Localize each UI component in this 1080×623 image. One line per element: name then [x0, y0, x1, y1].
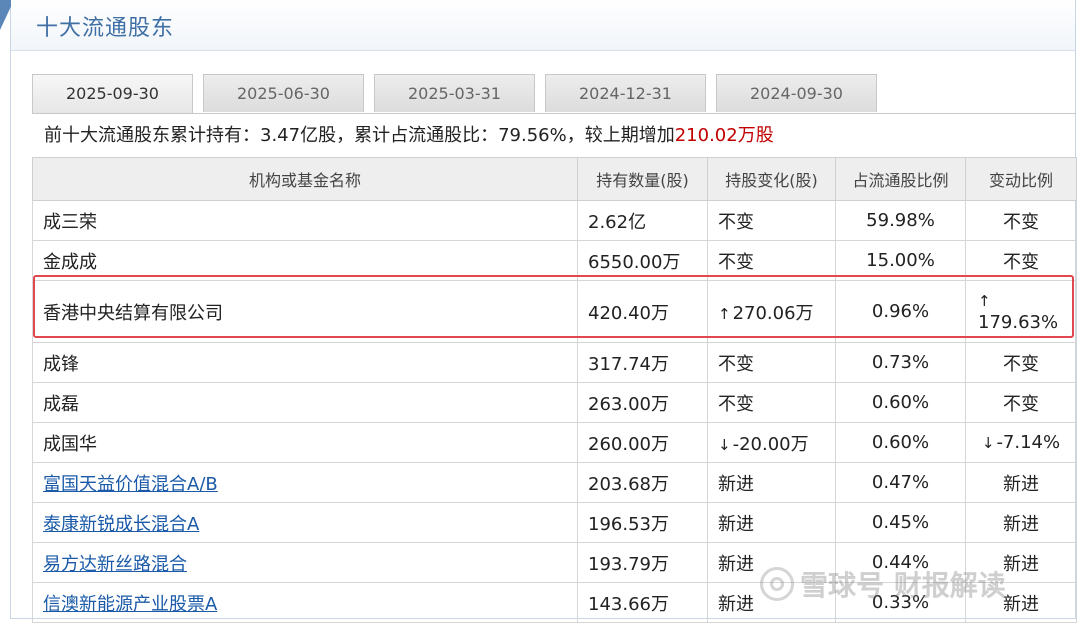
holder-change-ratio: 新进	[965, 542, 1077, 583]
holder-shares: 317.74万	[577, 342, 708, 383]
holder-shares: 263.00万	[577, 382, 708, 423]
table-row: 信澳新能源产业股票A 143.66万 新进 0.33% 新进	[32, 582, 1077, 623]
summary-change: 210.02万股	[674, 125, 774, 146]
holder-ratio: 0.45%	[835, 502, 966, 543]
tab-2024-09-30[interactable]: 2024-09-30	[716, 74, 877, 112]
holder-change-ratio: 新进	[965, 582, 1077, 623]
holder-change-ratio: -7.14%	[996, 432, 1061, 453]
holder-name: 金成成	[32, 240, 578, 281]
holder-change-ratio-cell: ↓ -7.14%	[965, 422, 1077, 463]
page-title: 十大流通股东	[36, 16, 175, 41]
holder-name: 成锋	[32, 342, 578, 383]
header-shares: 持有数量(股)	[577, 157, 708, 201]
arrow-up-icon: ↑	[718, 304, 731, 323]
holder-change: 新进	[707, 502, 836, 543]
holder-change-ratio: 不变	[965, 200, 1077, 241]
holder-change-ratio: 不变	[965, 382, 1077, 423]
table-row: 富国天益价值混合A/B 203.68万 新进 0.47% 新进	[32, 462, 1077, 503]
table-row: 金成成 6550.00万 不变 15.00% 不变	[32, 240, 1077, 281]
holder-name: 成国华	[32, 422, 578, 463]
holder-name: 香港中央结算有限公司	[32, 280, 578, 343]
holder-change: 不变	[707, 382, 836, 423]
title-bar: 十大流通股东	[11, 0, 1075, 51]
table-row: 成国华 260.00万 ↓ -20.00万 0.60% ↓ -7.14%	[32, 422, 1077, 463]
table-row: 成三荣 2.62亿 不变 59.98% 不变	[32, 200, 1077, 241]
fund-link[interactable]: 泰康新锐成长混合A	[43, 514, 199, 535]
holder-change-ratio: 新进	[965, 462, 1077, 503]
holder-ratio: 0.33%	[835, 582, 966, 623]
holder-shares: 6550.00万	[577, 240, 708, 281]
header-change: 持股变化(股)	[707, 157, 836, 201]
table-row: 易方达新丝路混合 193.79万 新进 0.44% 新进	[32, 542, 1077, 583]
table-header-row: 机构或基金名称 持有数量(股) 持股变化(股) 占流通股比例 变动比例	[32, 157, 1077, 201]
shareholders-table: 机构或基金名称 持有数量(股) 持股变化(股) 占流通股比例 变动比例 成三荣 …	[32, 157, 1077, 623]
arrow-down-icon: ↓	[981, 434, 995, 452]
tab-2025-03-31[interactable]: 2025-03-31	[374, 74, 535, 112]
holder-ratio: 59.98%	[835, 200, 966, 241]
fund-name-cell: 泰康新锐成长混合A	[32, 502, 578, 543]
holder-change: 270.06万	[732, 302, 814, 324]
table-row: 成锋 317.74万 不变 0.73% 不变	[32, 342, 1077, 383]
holder-shares: 203.68万	[577, 462, 708, 503]
arrow-down-icon: ↓	[718, 435, 731, 454]
holder-change: 不变	[707, 342, 836, 383]
tab-2025-09-30[interactable]: 2025-09-30	[32, 74, 193, 114]
holder-shares: 420.40万	[577, 280, 708, 343]
holder-change-ratio: 179.63%	[978, 311, 1059, 333]
holder-shares: 193.79万	[577, 542, 708, 583]
holder-name: 成三荣	[32, 200, 578, 241]
holder-change: -20.00万	[732, 433, 809, 455]
holder-change: 不变	[707, 240, 836, 281]
tab-2025-06-30[interactable]: 2025-06-30	[203, 74, 364, 112]
holder-change: 不变	[707, 200, 836, 241]
holder-ratio: 0.60%	[835, 422, 966, 463]
fund-link[interactable]: 富国天益价值混合A/B	[43, 474, 218, 495]
holder-shares: 260.00万	[577, 422, 708, 463]
holder-shares: 196.53万	[577, 502, 708, 543]
holder-change: 新进	[707, 582, 836, 623]
holder-ratio: 15.00%	[835, 240, 966, 281]
holder-shares: 2.62亿	[577, 200, 708, 241]
holder-ratio: 0.96%	[835, 280, 966, 343]
holder-ratio: 0.73%	[835, 342, 966, 383]
table-row: 成磊 263.00万 不变 0.60% 不变	[32, 382, 1077, 423]
holder-change-ratio-cell: ↑ 179.63%	[965, 280, 1077, 343]
holder-change: 新进	[707, 542, 836, 583]
header-name: 机构或基金名称	[32, 157, 578, 201]
holder-change-ratio: 新进	[965, 502, 1077, 543]
holder-change-cell: ↓ -20.00万	[707, 422, 836, 463]
holder-ratio: 0.44%	[835, 542, 966, 583]
holder-shares: 143.66万	[577, 582, 708, 623]
holder-ratio: 0.60%	[835, 382, 966, 423]
fund-link[interactable]: 易方达新丝路混合	[43, 554, 187, 575]
fund-link[interactable]: 信澳新能源产业股票A	[43, 594, 217, 615]
header-ratio: 占流通股比例	[835, 157, 966, 201]
arrow-up-icon: ↑	[978, 291, 991, 310]
holder-change-ratio: 不变	[965, 240, 1077, 281]
tab-2024-12-31[interactable]: 2024-12-31	[545, 74, 706, 112]
fund-name-cell: 信澳新能源产业股票A	[32, 582, 578, 623]
holder-name: 成磊	[32, 382, 578, 423]
fund-name-cell: 富国天益价值混合A/B	[32, 462, 578, 503]
holder-change: 新进	[707, 462, 836, 503]
summary-text: 前十大流通股东累计持有：3.47亿股，累计占流通股比：79.56%，较上期增加	[44, 125, 675, 146]
table-row-highlighted: 香港中央结算有限公司 420.40万 ↑ 270.06万 0.96% ↑ 179.…	[32, 280, 1077, 343]
table-row: 泰康新锐成长混合A 196.53万 新进 0.45% 新进	[32, 502, 1077, 543]
holder-ratio: 0.47%	[835, 462, 966, 503]
fund-name-cell: 易方达新丝路混合	[32, 542, 578, 583]
header-change-ratio: 变动比例	[965, 157, 1077, 201]
holder-change-cell: ↑ 270.06万	[707, 280, 836, 343]
holdings-summary: 前十大流通股东累计持有：3.47亿股，累计占流通股比：79.56%，较上期增加2…	[32, 113, 1076, 157]
holder-change-ratio: 不变	[965, 342, 1077, 383]
